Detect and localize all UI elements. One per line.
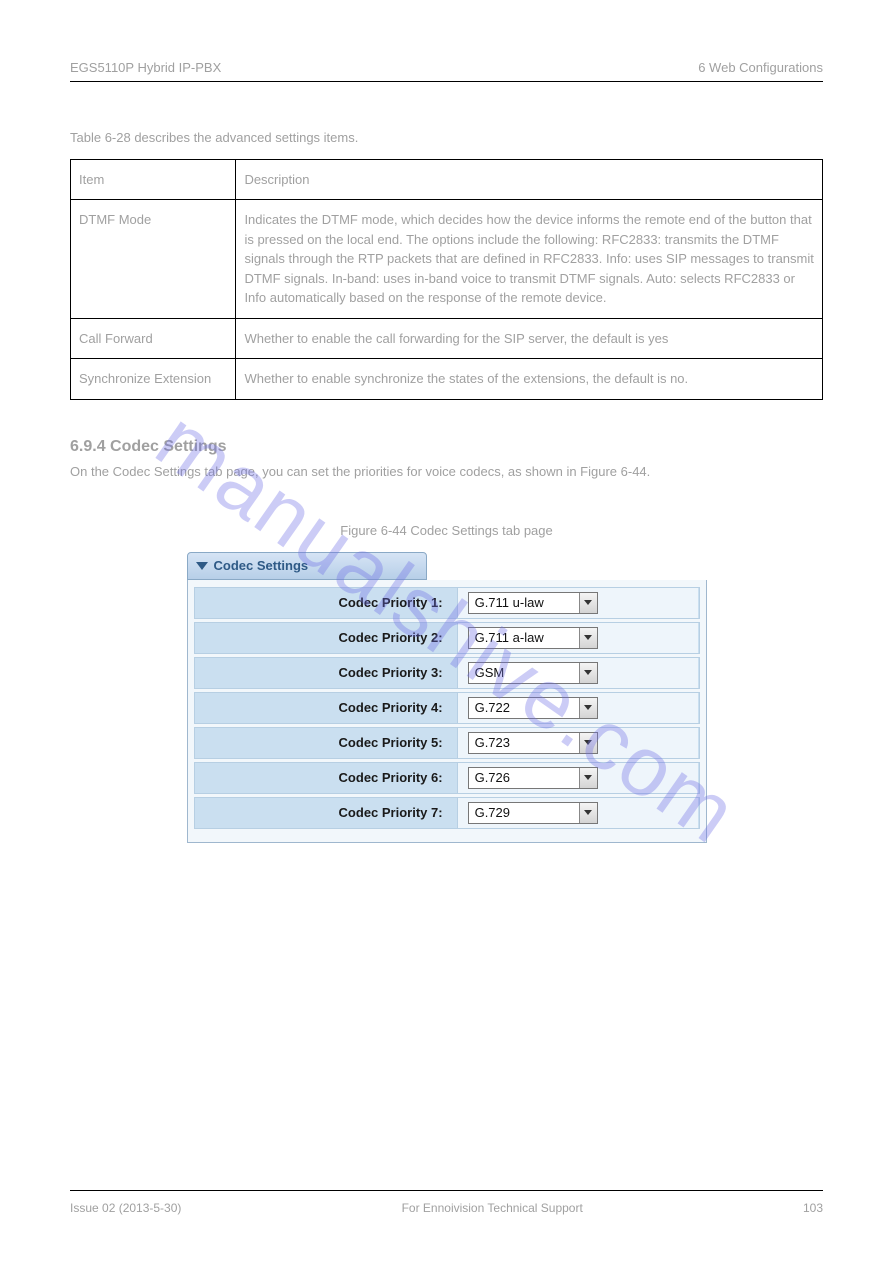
codec-label: Codec Priority 6: [195,770,457,785]
select-value: G.726 [469,770,579,785]
select-value: G.711 a-law [469,630,579,645]
codec-priority-6-select[interactable]: G.726 [468,767,598,789]
chevron-down-icon [584,810,592,815]
codec-row: Codec Priority 3: GSM [194,657,700,689]
codec-label: Codec Priority 3: [195,665,457,680]
codec-row: Codec Priority 5: G.723 [194,727,700,759]
header-chapter: 6 Web Configurations [698,60,823,75]
description-table: Item Description DTMF Mode Indicates the… [70,159,823,400]
codec-priority-7-select[interactable]: G.729 [468,802,598,824]
codec-priority-1-select[interactable]: G.711 u-law [468,592,598,614]
dropdown-button[interactable] [579,698,597,718]
chevron-down-icon [584,740,592,745]
header-product: EGS5110P Hybrid IP-PBX [70,60,221,75]
figure-caption: Figure 6-44 Codec Settings tab page [70,523,823,538]
codec-panel-body: Codec Priority 1: G.711 u-law Codec Prio… [187,580,707,843]
table-header-item: Item [71,159,236,200]
codec-field: G.711 a-law [457,623,699,653]
codec-row: Codec Priority 4: G.722 [194,692,700,724]
table-row-item: Synchronize Extension [71,359,236,400]
codec-field: G.722 [457,693,699,723]
collapse-triangle-icon [196,562,208,570]
codec-priority-4-select[interactable]: G.722 [468,697,598,719]
footer-issue: Issue 02 (2013-5-30) [70,1201,181,1215]
table-row-item: DTMF Mode [71,200,236,319]
dropdown-button[interactable] [579,628,597,648]
codec-field: G.711 u-law [457,588,699,618]
chevron-down-icon [584,705,592,710]
codec-field: GSM [457,658,699,688]
intro-text: Table 6-28 describes the advanced settin… [70,128,823,149]
codec-priority-3-select[interactable]: GSM [468,662,598,684]
codec-label: Codec Priority 2: [195,630,457,645]
table-row-item: Call Forward [71,318,236,359]
codec-label: Codec Priority 1: [195,595,457,610]
codec-field: G.729 [457,798,699,828]
table-row-desc: Whether to enable synchronize the states… [236,359,823,400]
codec-priority-2-select[interactable]: G.711 a-law [468,627,598,649]
section-heading: 6.9.4 Codec Settings [70,438,823,456]
codec-label: Codec Priority 4: [195,700,457,715]
table-header-desc: Description [236,159,823,200]
footer-page: 103 [803,1201,823,1215]
codec-row: Codec Priority 6: G.726 [194,762,700,794]
chevron-down-icon [584,635,592,640]
codec-priority-5-select[interactable]: G.723 [468,732,598,754]
codec-label: Codec Priority 5: [195,735,457,750]
footer-copyright: For Ennoivision Technical Support [402,1201,583,1215]
codec-label: Codec Priority 7: [195,805,457,820]
dropdown-button[interactable] [579,593,597,613]
codec-row: Codec Priority 7: G.729 [194,797,700,829]
select-value: G.722 [469,700,579,715]
select-value: G.711 u-law [469,595,579,610]
chevron-down-icon [584,600,592,605]
codec-panel-header[interactable]: Codec Settings [187,552,427,580]
codec-panel-title: Codec Settings [214,558,309,573]
codec-row: Codec Priority 2: G.711 a-law [194,622,700,654]
section-text: On the Codec Settings tab page, you can … [70,462,823,483]
chevron-down-icon [584,670,592,675]
table-row-desc: Whether to enable the call forwarding fo… [236,318,823,359]
select-value: G.729 [469,805,579,820]
table-row-desc: Indicates the DTMF mode, which decides h… [236,200,823,319]
select-value: G.723 [469,735,579,750]
select-value: GSM [469,665,579,680]
dropdown-button[interactable] [579,663,597,683]
dropdown-button[interactable] [579,803,597,823]
codec-row: Codec Priority 1: G.711 u-law [194,587,700,619]
top-rule [70,81,823,82]
codec-field: G.723 [457,728,699,758]
codec-settings-panel: Codec Settings Codec Priority 1: G.711 u… [187,552,707,843]
page-footer: Issue 02 (2013-5-30) For Ennoivision Tec… [70,1190,823,1215]
dropdown-button[interactable] [579,768,597,788]
chevron-down-icon [584,775,592,780]
dropdown-button[interactable] [579,733,597,753]
codec-field: G.726 [457,763,699,793]
